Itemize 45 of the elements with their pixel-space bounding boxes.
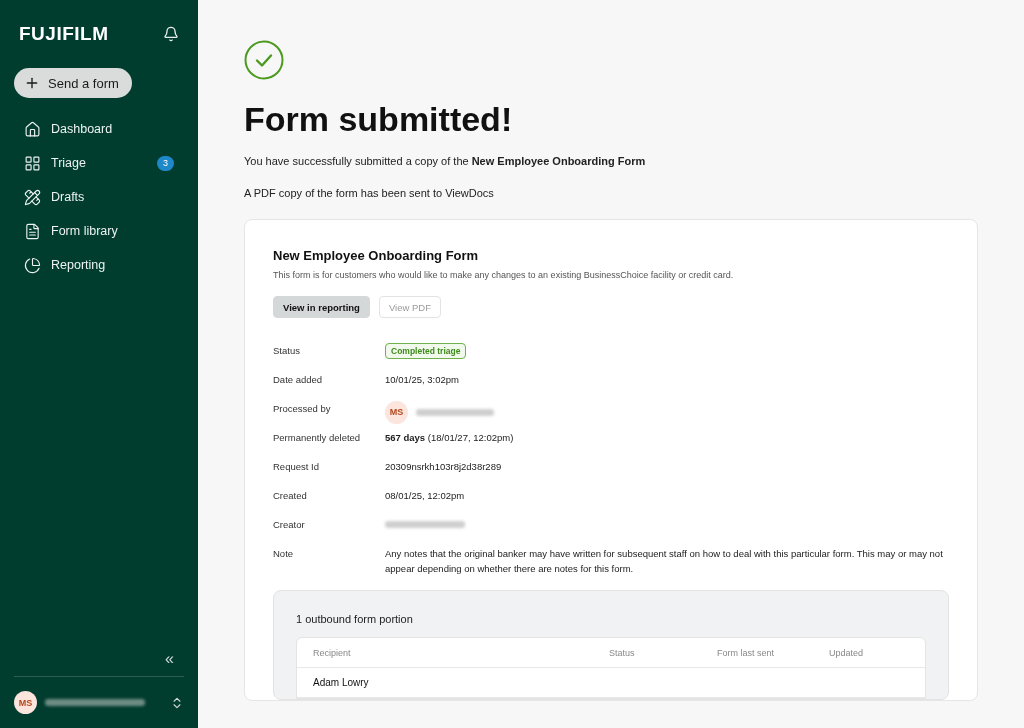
nav-item[interactable]: Form library <box>14 214 184 248</box>
fujifilm-logo: FUJIFILM <box>19 23 109 45</box>
plus-icon <box>24 75 40 91</box>
count-badge: 3 <box>157 155 174 171</box>
home-icon <box>24 120 41 138</box>
page-title: Form submitted! <box>244 100 514 139</box>
pencil-ruler-icon <box>24 188 41 206</box>
detail-label: Processed by <box>273 402 332 416</box>
nav-item[interactable]: Triage 3 <box>14 146 184 180</box>
collapse-button[interactable]: « <box>165 650 174 668</box>
form-title: New Employee Onboarding Form <box>273 248 480 263</box>
detail-label: Request Id <box>273 460 320 474</box>
detail-value: Any notes that the original banker may have written for subsequent staff on how to deal with this particular form. This may or may not appear depending on whether there are notes for this form. <box>385 547 944 576</box>
nav-item[interactable]: Drafts <box>14 180 184 214</box>
pie-chart-icon <box>24 256 41 274</box>
grid-icon <box>24 154 41 172</box>
check-circle-icon <box>244 40 284 80</box>
user-avatar: MS <box>385 401 408 424</box>
bell-icon[interactable] <box>163 26 179 42</box>
table-cell-text: Adam Lowry <box>313 677 370 688</box>
column-header: Recipient <box>313 647 352 658</box>
detail-label: Permanently deleted <box>273 431 362 445</box>
status-badge: Completed triage <box>385 343 467 359</box>
action-button[interactable]: View in reporting <box>273 296 370 318</box>
detail-value: 20309nsrkh103r8j2d38r289 <box>385 460 502 474</box>
form-description: This form is for customers who would like to make any changes to an existing BusinessChoice facility or credit card. <box>273 270 735 280</box>
nav-item[interactable]: Dashboard <box>14 112 184 146</box>
send-form-button[interactable]: Send a form <box>14 68 132 98</box>
column-header: Status <box>609 647 636 658</box>
pdf-note: A PDF copy of the form has been sent to ViewDocs <box>244 187 495 199</box>
detail-label: Date added <box>273 373 324 387</box>
success-message: You have successfully submitted a copy of the New Employee Onboarding Form <box>244 155 647 167</box>
column-header: Updated <box>829 647 865 658</box>
detail-label: Status <box>273 344 301 358</box>
detail-label: Creator <box>273 518 306 532</box>
detail-value: 567 days (18/01/27, 12:02pm) <box>385 431 514 445</box>
outbound-title: 1 outbound form portion <box>296 613 414 625</box>
detail-value: 08/01/25, 12:02pm <box>385 489 465 503</box>
column-header: Form last sent <box>717 647 775 658</box>
document-icon <box>24 222 41 240</box>
detail-label: Note <box>273 547 295 561</box>
nav-item[interactable]: Reporting <box>14 248 184 282</box>
detail-label: Created <box>273 489 308 503</box>
detail-value: 10/01/25, 3:02pm <box>385 373 459 387</box>
user-avatar: MS <box>14 691 37 714</box>
